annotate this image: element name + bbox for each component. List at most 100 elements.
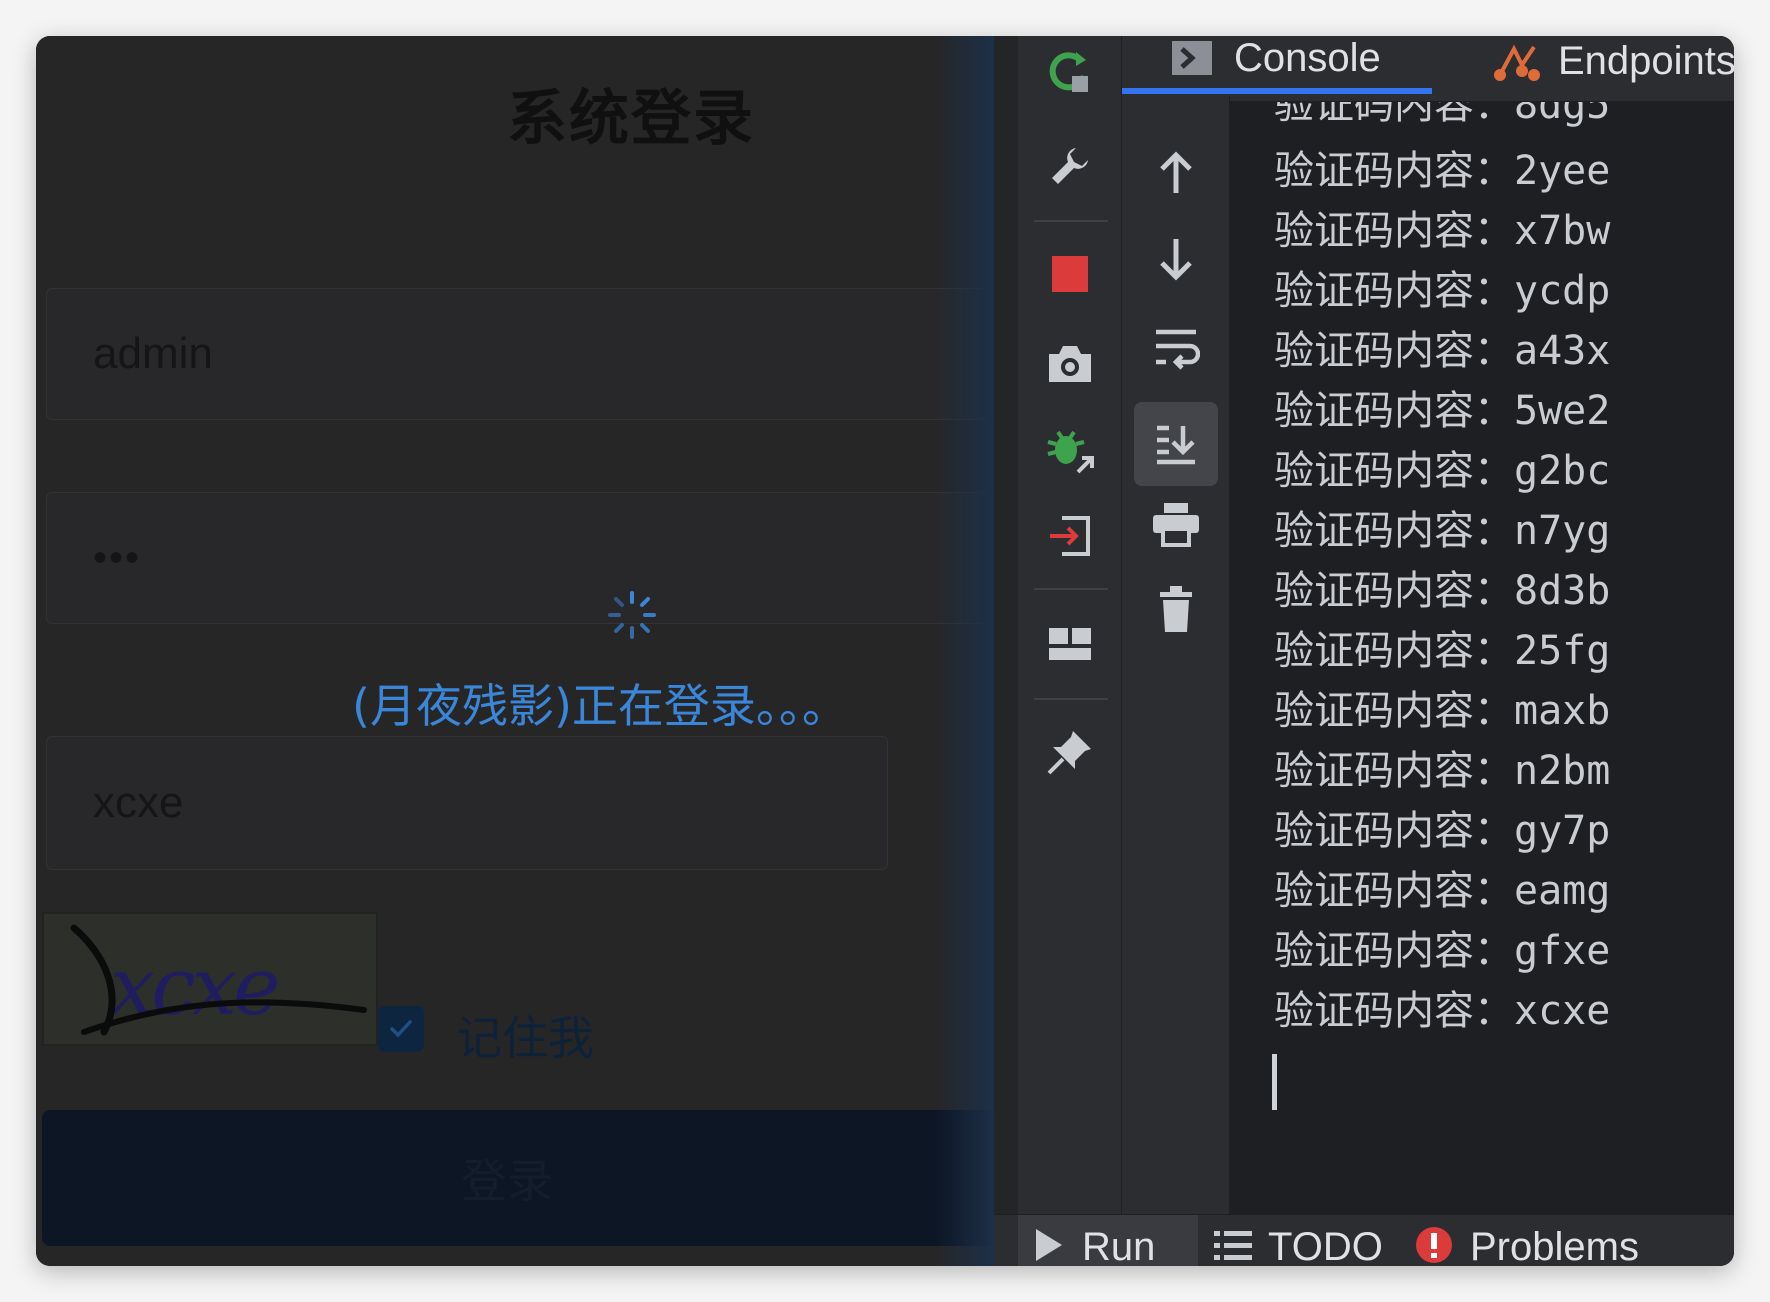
layout-icon[interactable] <box>1040 614 1100 674</box>
ide-run-panel: Console Endpoints 验证码内容：8dg5 验证码内容：2yee … <box>994 36 1734 1266</box>
arrow-up-icon[interactable] <box>1146 142 1206 202</box>
tab-todo-label: TODO <box>1268 1225 1383 1266</box>
run-toolbar <box>1018 36 1122 1214</box>
login-button[interactable]: 登录 <box>42 1110 994 1246</box>
log-code: xcxe <box>1514 988 1611 1034</box>
log-code: 25fg <box>1514 628 1611 674</box>
wrench-icon[interactable] <box>1040 136 1100 196</box>
log-code: 8d3b <box>1514 568 1611 614</box>
remember-checkbox[interactable] <box>378 1006 424 1052</box>
log-label: 验证码内容： <box>1274 568 1514 614</box>
tab-console-label: Console <box>1234 36 1381 80</box>
log-code: n2bm <box>1514 748 1611 794</box>
log-label: 验证码内容： <box>1274 688 1514 734</box>
log-line: 验证码内容：g2bc <box>1274 438 1610 496</box>
log-code: eamg <box>1514 868 1611 914</box>
log-label: 验证码内容： <box>1274 808 1514 854</box>
error-icon <box>1414 1225 1454 1265</box>
bottom-tool-bar: Run TODO Problems <box>994 1214 1734 1266</box>
arrow-down-icon[interactable] <box>1146 230 1206 290</box>
log-label: 验证码内容： <box>1274 928 1514 974</box>
log-line: 验证码内容：maxb <box>1274 678 1610 736</box>
log-code: n7yg <box>1514 508 1611 554</box>
log-line: 验证码内容：2yee <box>1274 138 1610 196</box>
screenshot-window: 系统登录 admin ••• xcxe xcxe 记住我 登录 (月夜残影)正在… <box>36 36 1734 1266</box>
password-input[interactable]: ••• <box>46 492 994 624</box>
log-code: maxb <box>1514 688 1611 734</box>
stop-icon[interactable] <box>1040 244 1100 304</box>
captcha-image[interactable]: xcxe <box>42 912 378 1046</box>
console-output[interactable]: 验证码内容：8dg5 验证码内容：2yee 验证码内容：x7bw 验证码内容：ycd… <box>1230 102 1734 1214</box>
pin-icon[interactable] <box>1040 722 1100 782</box>
loading-spinner-icon <box>608 591 656 639</box>
log-line: 验证码内容：25fg <box>1274 618 1610 676</box>
log-line: 验证码内容：5we2 <box>1274 378 1610 436</box>
log-label: 验证码内容： <box>1274 988 1514 1034</box>
scroll-to-end-icon[interactable] <box>1134 402 1218 486</box>
log-label: 验证码内容： <box>1274 628 1514 674</box>
log-line-partial: 验证码内容：8dg5 <box>1274 102 1610 130</box>
tab-run-label: Run <box>1082 1225 1156 1266</box>
log-line: 验证码内容：gy7p <box>1274 798 1610 856</box>
toolbar-separator <box>1034 698 1108 700</box>
tab-todo[interactable]: TODO <box>1214 1215 1383 1266</box>
log-label: 验证码内容： <box>1274 148 1514 194</box>
log-line: 验证码内容：eamg <box>1274 858 1610 916</box>
console-toolbar <box>1122 96 1230 1214</box>
log-label: 验证码内容： <box>1274 388 1514 434</box>
username-input[interactable]: admin <box>46 288 994 420</box>
captcha-graphic: xcxe <box>70 924 367 1036</box>
console-icon <box>1172 41 1212 75</box>
run-icon <box>1032 1225 1066 1265</box>
tab-problems-label: Problems <box>1470 1225 1639 1266</box>
tab-problems[interactable]: Problems <box>1414 1215 1639 1266</box>
log-label: 验证码内容： <box>1274 748 1514 794</box>
captcha-input[interactable]: xcxe <box>46 736 888 870</box>
text-caret <box>1272 1054 1277 1110</box>
log-label: 验证码内容： <box>1274 448 1514 494</box>
print-icon[interactable] <box>1146 494 1206 554</box>
tool-window-tabs: Console Endpoints <box>1122 36 1734 102</box>
rerun-icon[interactable] <box>1040 42 1100 102</box>
page-edge-shadow <box>936 36 994 1266</box>
soft-wrap-icon[interactable] <box>1146 318 1206 378</box>
endpoints-icon <box>1492 39 1542 83</box>
trash-icon[interactable] <box>1146 580 1206 640</box>
toolbar-separator <box>1034 588 1108 590</box>
log-code: g2bc <box>1514 448 1611 494</box>
log-code: 5we2 <box>1514 388 1611 434</box>
tab-endpoints[interactable]: Endpoints <box>1476 36 1734 94</box>
log-code: 2yee <box>1514 148 1611 194</box>
list-icon <box>1214 1225 1252 1265</box>
login-page: 系统登录 admin ••• xcxe xcxe 记住我 登录 (月夜残影)正在… <box>36 36 994 1266</box>
log-label: 验证码内容： <box>1274 328 1514 374</box>
log-line: 验证码内容：xcxe <box>1274 978 1610 1036</box>
log-code: gfxe <box>1514 928 1611 974</box>
loading-text: (月夜残影)正在登录。。。 <box>352 679 848 733</box>
log-label: 验证码内容： <box>1274 208 1514 254</box>
login-title: 系统登录 <box>507 84 755 154</box>
tab-run[interactable]: Run <box>1018 1215 1198 1266</box>
log-code: a43x <box>1514 328 1611 374</box>
log-line: 验证码内容：8d3b <box>1274 558 1610 616</box>
tab-console[interactable]: Console <box>1122 36 1432 94</box>
log-line: 验证码内容：n7yg <box>1274 498 1610 556</box>
panel-splitter[interactable] <box>994 36 1018 1214</box>
login-exit-icon[interactable] <box>1040 506 1100 566</box>
captcha-value: xcxe <box>93 778 184 827</box>
log-label: 验证码内容： <box>1274 508 1514 554</box>
toolbar-separator <box>1034 220 1108 222</box>
log-code: x7bw <box>1514 208 1611 254</box>
debug-attach-icon[interactable] <box>1040 420 1100 480</box>
tab-endpoints-label: Endpoints <box>1558 38 1734 83</box>
log-partial-text: 验证码内容：8dg5 <box>1274 102 1611 128</box>
camera-icon[interactable] <box>1040 334 1100 394</box>
username-value: admin <box>93 329 213 378</box>
log-line: 验证码内容：a43x <box>1274 318 1610 376</box>
check-icon <box>390 1020 412 1038</box>
log-line: 验证码内容：gfxe <box>1274 918 1610 976</box>
log-code: ycdp <box>1514 268 1611 314</box>
remember-label: 记住我 <box>456 1011 594 1065</box>
log-line: 验证码内容：n2bm <box>1274 738 1610 796</box>
log-line: 验证码内容：ycdp <box>1274 258 1610 316</box>
